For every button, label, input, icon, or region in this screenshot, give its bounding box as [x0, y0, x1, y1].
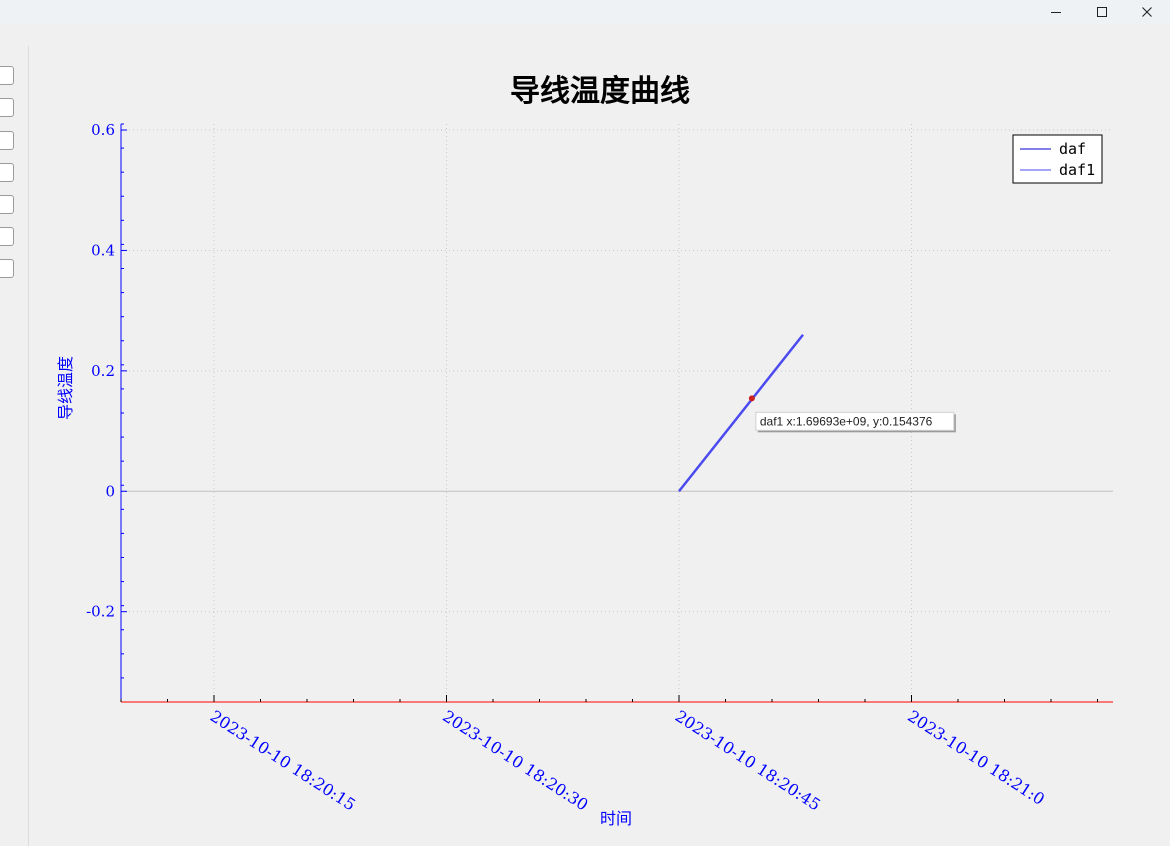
chart-plot: -0.2 0 0.2 0.4 0.6 导线温度 2023-10-10 18:20:15 202…	[56, 121, 1113, 828]
close-button[interactable]	[1124, 0, 1170, 24]
x-axis-title: 时间	[600, 809, 632, 828]
tooltip-marker	[748, 395, 755, 402]
side-checkbox-2[interactable]	[0, 98, 14, 117]
x-tick-label: 2023-10-10 18:20:45	[672, 706, 824, 814]
chart-area: 导线温度曲线 -0.2 0 0.2 0.4 0.6 导线温度 2023-10-10 18:2…	[30, 24, 1170, 846]
tooltip-text: daf1 x:1.69693e+09, y:0.154376	[760, 414, 933, 428]
side-checkbox-5[interactable]	[0, 195, 14, 214]
side-checkbox-7[interactable]	[0, 259, 14, 278]
y-tick-label: 0.2	[91, 362, 115, 380]
x-tick-label: 2023-10-10 18:21:0	[904, 706, 1048, 809]
y-tick-label: 0.4	[91, 241, 115, 259]
legend-label: daf	[1059, 140, 1086, 158]
side-checkbox-3[interactable]	[0, 131, 14, 150]
legend-label: daf1	[1059, 161, 1095, 179]
window-titlebar	[0, 0, 1170, 24]
side-panel	[0, 46, 29, 846]
side-checkbox-6[interactable]	[0, 227, 14, 246]
y-tick-label: 0.6	[91, 121, 115, 139]
y-axis-title: 导线温度	[56, 356, 75, 420]
maximize-icon	[1097, 7, 1107, 17]
x-tick-label: 2023-10-10 18:20:30	[439, 706, 591, 814]
side-checkbox-1[interactable]	[0, 66, 14, 85]
y-tick-label: -0.2	[86, 603, 115, 621]
close-icon	[1142, 7, 1152, 17]
y-tick-label: 0	[105, 482, 115, 500]
x-tick-label: 2023-10-10 18:20:15	[207, 706, 359, 814]
minimize-icon	[1051, 12, 1061, 13]
maximize-button[interactable]	[1079, 0, 1125, 24]
minimize-button[interactable]	[1033, 0, 1079, 24]
side-checkbox-4[interactable]	[0, 163, 14, 182]
